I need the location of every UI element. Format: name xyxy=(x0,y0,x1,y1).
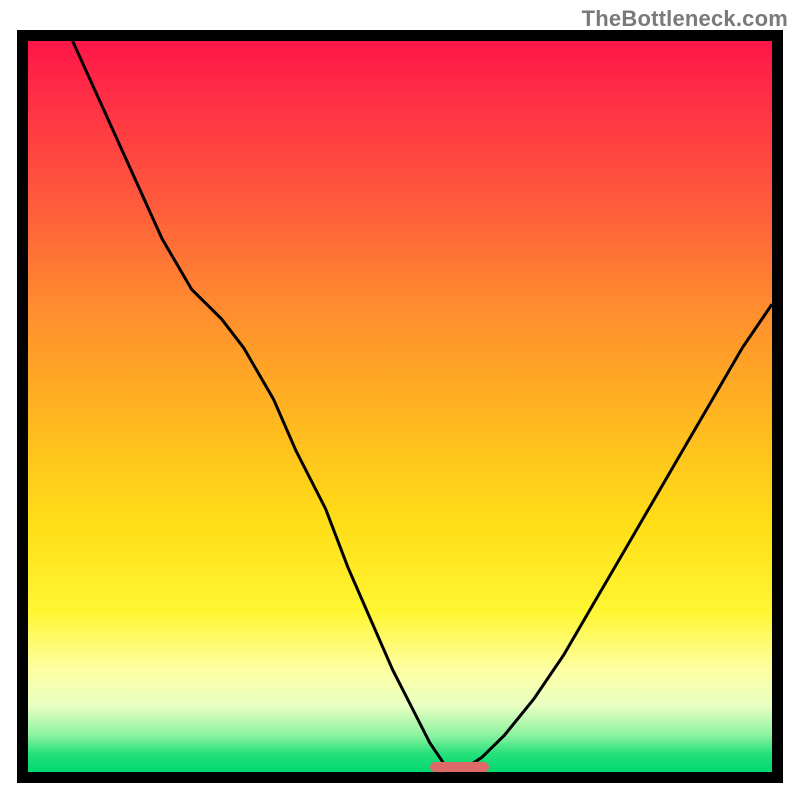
plot-area xyxy=(28,41,772,772)
minimum-marker xyxy=(430,762,490,772)
watermark-text: TheBottleneck.com xyxy=(582,6,788,32)
right-curve xyxy=(460,304,773,772)
chart-stage: TheBottleneck.com xyxy=(0,0,800,800)
plot-frame xyxy=(17,30,783,783)
curve-layer xyxy=(28,41,772,772)
left-curve xyxy=(73,41,460,772)
